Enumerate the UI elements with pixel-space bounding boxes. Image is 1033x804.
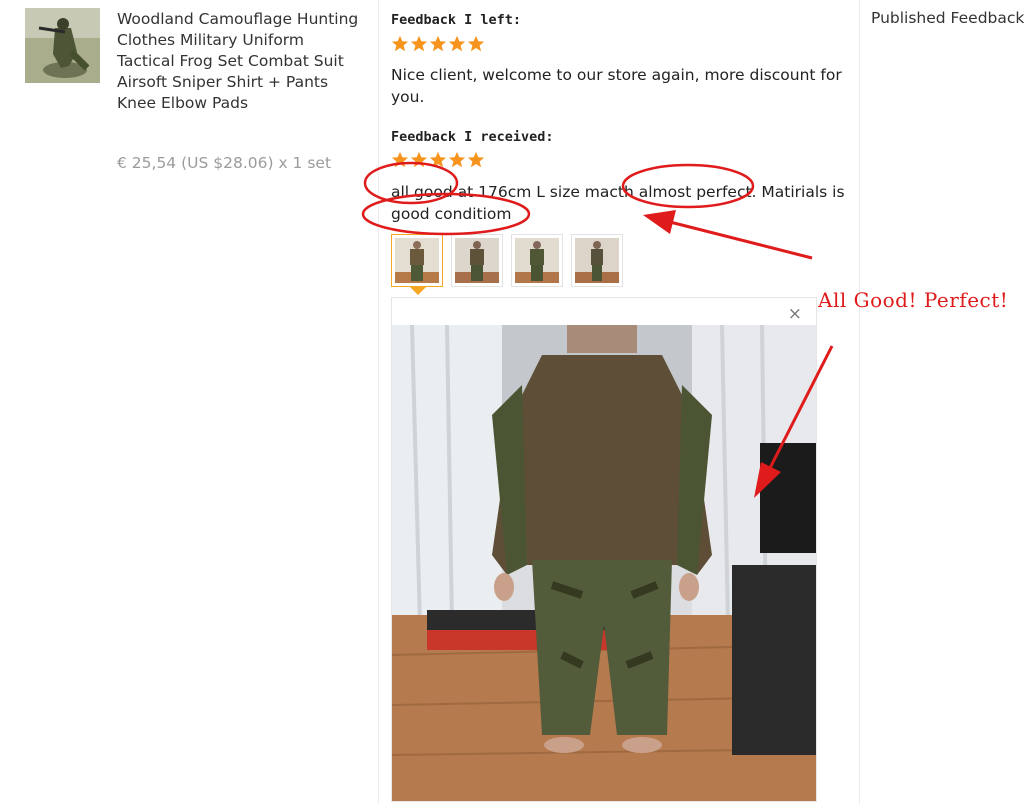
product-thumbnail[interactable] xyxy=(25,8,100,83)
annotation-arrow xyxy=(669,220,813,260)
feedback-received-heading: Feedback I received: xyxy=(391,129,554,145)
star-icon xyxy=(467,35,485,52)
column-divider xyxy=(378,0,379,804)
star-icon xyxy=(391,35,409,52)
star-icon xyxy=(429,35,447,52)
annotation-caption: All Good! Perfect! xyxy=(818,288,1009,312)
star-icon xyxy=(467,151,485,168)
review-photo-thumbnails xyxy=(391,234,631,287)
feedback-received-rating xyxy=(391,151,486,171)
review-photo-icon xyxy=(395,238,439,283)
column-divider xyxy=(859,0,860,804)
close-icon[interactable]: × xyxy=(788,304,802,324)
feedback-left-rating xyxy=(391,35,486,55)
product-photo-icon xyxy=(25,8,100,83)
star-icon xyxy=(410,151,428,168)
star-icon xyxy=(391,151,409,168)
star-icon xyxy=(448,35,466,52)
selected-photo-caret xyxy=(410,287,426,295)
review-photo-thumb[interactable] xyxy=(451,234,503,287)
review-photo-icon xyxy=(575,238,619,283)
review-photo-thumb[interactable] xyxy=(571,234,623,287)
star-icon xyxy=(410,35,428,52)
feedback-left-text: Nice client, welcome to our store again,… xyxy=(391,66,842,106)
product-price: € 25,54 (US $28.06) x 1 set xyxy=(117,154,332,172)
feedback-left-heading: Feedback I left: xyxy=(391,12,522,28)
review-photo-icon xyxy=(455,238,499,283)
photo-viewer: × xyxy=(391,297,817,802)
review-photo-icon xyxy=(515,238,559,283)
product-title[interactable]: Woodland Camouflage Hunting Clothes Mili… xyxy=(117,9,362,114)
review-photo-thumb[interactable] xyxy=(391,234,443,287)
published-feedback-link[interactable]: Published Feedback xyxy=(871,9,1024,27)
star-icon xyxy=(448,151,466,168)
star-icon xyxy=(429,151,447,168)
feedback-received-text: all good at 176cm L size macth almost pe… xyxy=(391,183,845,223)
review-photo-large xyxy=(392,325,816,801)
review-photo-thumb[interactable] xyxy=(511,234,563,287)
